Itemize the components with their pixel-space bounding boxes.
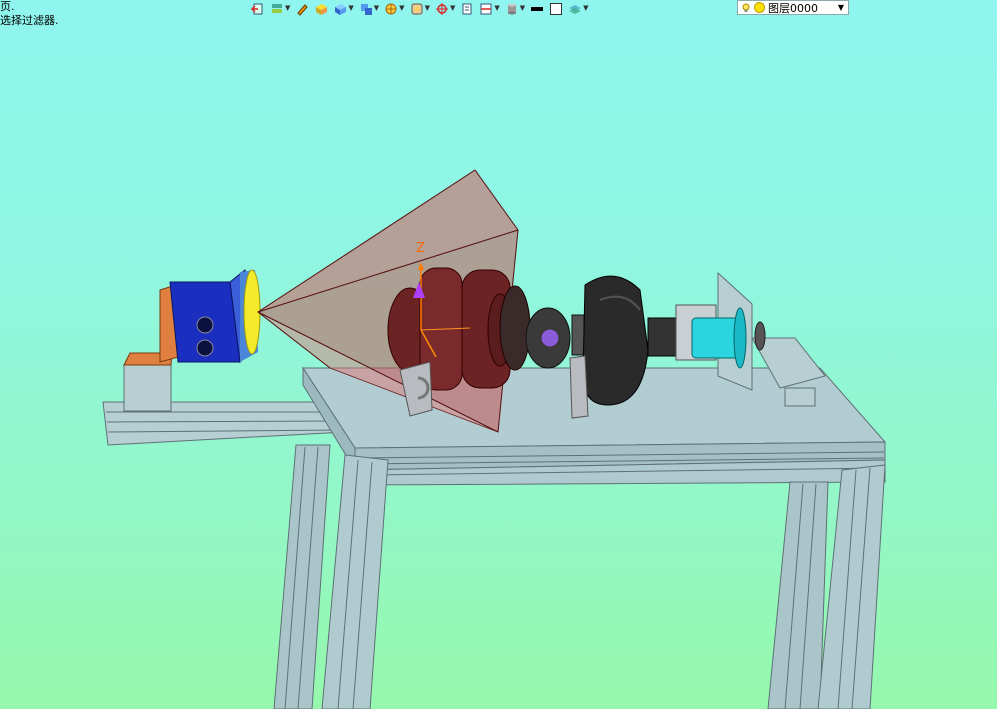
cylinder-icon [507,3,516,14]
page-icon [462,3,472,14]
sun-icon[interactable] [754,2,765,13]
cube-button[interactable]: ▼ [332,1,354,17]
layer-stack-button[interactable]: ▼ [269,1,291,17]
snap-point-icon [435,2,448,15]
lightbulb-icon[interactable] [741,3,751,13]
cylinder-button[interactable]: ▼ [504,1,526,17]
chevron-down-icon[interactable]: ▼ [838,3,844,12]
layers-icon [569,4,582,14]
section-sphere-button[interactable]: ▼ [383,1,405,17]
layer-stack-icon [272,3,282,13]
command-prompt: 页. 选择过滤器. [0,0,59,28]
fill-color-button[interactable] [548,1,564,17]
z-axis-label: Z [416,241,425,256]
3d-viewport[interactable]: Z [0,0,997,709]
snap-point-button[interactable]: ▼ [434,1,456,17]
cube-stack-icon [360,3,372,15]
blue-cube-icon [335,3,347,15]
line-color-button[interactable] [529,1,545,17]
exit-icon [251,3,263,14]
solid-box-button[interactable] [313,1,329,17]
layers-button[interactable]: ▼ [567,1,589,17]
page-button[interactable] [459,1,475,17]
section-plane-button[interactable]: ▼ [478,1,500,17]
sphere-section-icon [385,3,397,14]
black-line-icon [531,6,544,11]
sketch-button[interactable] [294,1,310,17]
cube-stack-button[interactable]: ▼ [358,1,380,17]
prompt-line-2: 选择过滤器. [0,14,59,27]
layer-name: 图层0000 [768,1,818,15]
industrial-camera[interactable] [169,269,261,364]
section-plane-icon [480,3,492,14]
exit-button[interactable] [250,1,266,17]
view-orient-icon [411,3,423,14]
white-square-icon [550,2,563,15]
box-solid-icon [316,3,328,15]
layer-selector[interactable]: 图层0000 ▼ [737,0,849,15]
view-orient-button[interactable]: ▼ [409,1,431,17]
pencil-icon [297,3,309,16]
prompt-line-1: 页. [0,0,15,13]
